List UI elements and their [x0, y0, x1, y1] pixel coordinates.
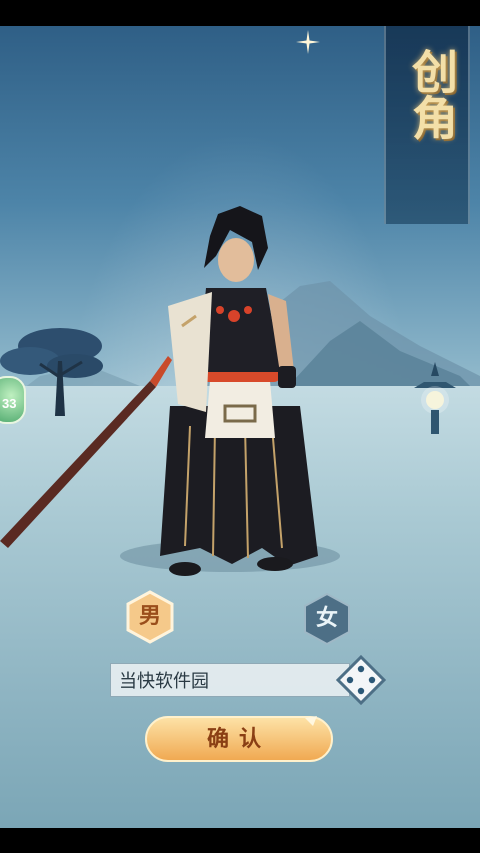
- game-scene: 创角 33: [0, 26, 480, 828]
- male-label: 男: [138, 604, 161, 629]
- dice-icon[interactable]: [336, 655, 386, 705]
- male-gender-button[interactable]: 男: [123, 590, 177, 644]
- confirm-button[interactable]: 确认: [145, 716, 333, 762]
- confirm-label: 确认: [206, 726, 271, 752]
- lantern-icon: [414, 362, 456, 434]
- character-model[interactable]: [0, 176, 340, 576]
- female-label: 女: [315, 606, 338, 631]
- title-banner: 创角: [384, 26, 470, 224]
- sparkle-icon: [296, 30, 320, 54]
- name-field-container: [110, 663, 350, 697]
- character-name-input[interactable]: [119, 664, 339, 696]
- page-title: 创角: [405, 48, 459, 140]
- female-gender-button[interactable]: 女: [300, 592, 354, 646]
